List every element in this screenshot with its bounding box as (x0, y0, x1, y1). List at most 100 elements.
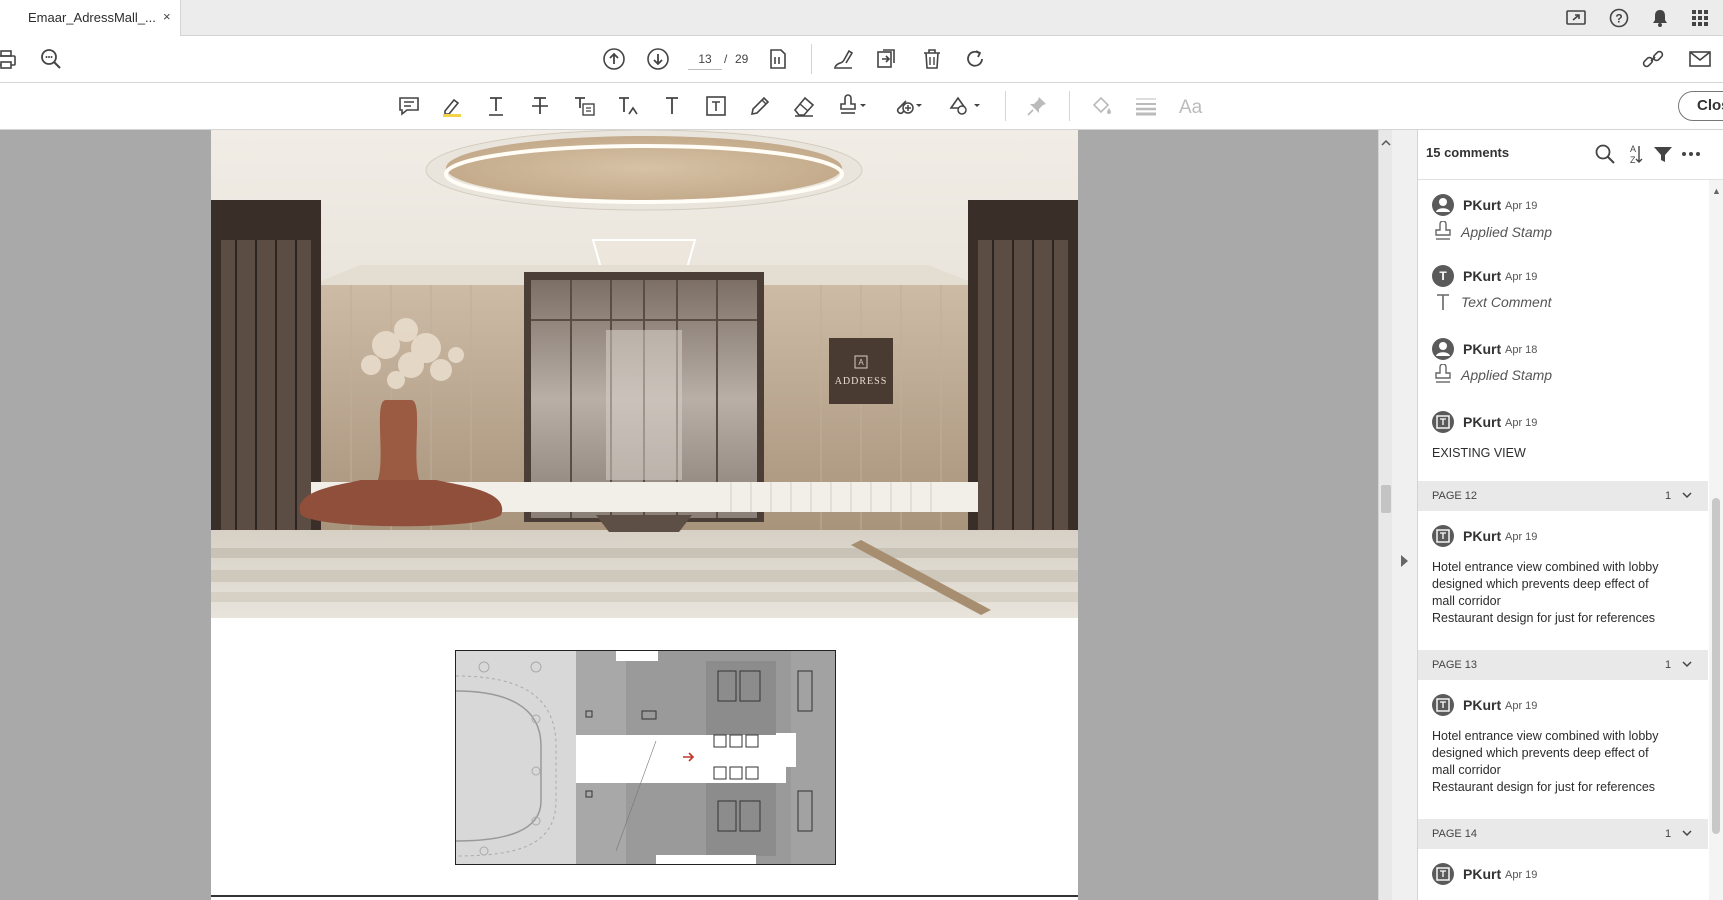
pencil-draw-icon[interactable] (748, 94, 772, 118)
search-comments-icon[interactable] (1594, 143, 1616, 165)
next-page-icon[interactable] (646, 47, 670, 71)
comments-count: 15 comments (1426, 145, 1510, 160)
comment-author: PKurt (1463, 341, 1502, 357)
page-group-count: 1 (1665, 659, 1672, 671)
comment-date: Apr 18 (1505, 344, 1538, 356)
comment-item[interactable]: PKurt Apr 19 Hotel entrance view combine… (1418, 694, 1708, 804)
attach-file-dropdown-icon[interactable] (892, 94, 924, 118)
textbox-avatar-icon (1432, 525, 1454, 547)
page-bottom-rule (211, 895, 1078, 897)
user-avatar-icon (1432, 338, 1454, 360)
document-scrollbar[interactable] (1378, 130, 1392, 900)
strikethrough-text-icon[interactable] (528, 94, 552, 118)
comment-author: PKurt (1463, 197, 1502, 213)
share-link-icon[interactable] (1641, 47, 1665, 71)
sort-comments-icon[interactable]: AZ (1624, 143, 1646, 165)
comment-date: Apr 19 (1505, 531, 1538, 543)
email-icon[interactable] (1688, 47, 1712, 71)
chevron-down-icon[interactable] (1681, 658, 1693, 670)
comment-item[interactable]: PKurt Apr 19 (1418, 863, 1708, 900)
comment-date: Apr 19 (1505, 869, 1538, 881)
text-type-icon (1432, 291, 1454, 313)
comment-date: Apr 19 (1505, 417, 1538, 429)
tab-title[interactable]: Emaar_AdressMall_... (28, 10, 156, 25)
scroll-up-icon[interactable]: ▲ (1712, 186, 1721, 196)
svg-text:Z: Z (1630, 155, 1636, 165)
comment-author: PKurt (1463, 414, 1502, 430)
comment-author: PKurt (1463, 528, 1502, 544)
address-sign-mark: A (858, 358, 864, 367)
comment-author: PKurt (1463, 866, 1502, 882)
comments-scrollbar[interactable]: ▲ (1709, 180, 1723, 900)
comment-author: PKurt (1463, 268, 1502, 284)
fill-sign-icon[interactable] (831, 47, 855, 71)
comment-item[interactable]: PKurt Apr 19 EXISTING VIEW (1418, 411, 1708, 471)
help-icon[interactable]: ? (1608, 8, 1630, 28)
pin-icon[interactable] (1025, 94, 1049, 118)
delete-trash-icon[interactable] (920, 47, 944, 71)
comment-item[interactable]: PKurt Apr 18 Applied Stamp (1418, 338, 1708, 402)
user-avatar-icon (1432, 194, 1454, 216)
zoom-search-icon[interactable] (39, 47, 63, 71)
lobby-rendering-image: A ADDRESS (211, 130, 1078, 618)
document-tab[interactable]: Emaar_AdressMall_... × (0, 0, 181, 36)
chevron-down-icon[interactable] (1681, 489, 1693, 501)
toolbar-divider (1005, 91, 1006, 121)
comments-scrollbar-thumb[interactable] (1712, 498, 1720, 834)
comment-body: EXISTING VIEW (1432, 446, 1526, 460)
page-group-header[interactable]: PAGE 12 1 (1418, 481, 1708, 511)
share-screen-icon[interactable] (1565, 8, 1587, 28)
close-comment-tool-button[interactable]: Close (1678, 91, 1723, 121)
page-group-label: PAGE 13 (1432, 659, 1478, 671)
comment-author: PKurt (1463, 697, 1502, 713)
comment-item[interactable]: T PKurt Apr 19 Text Comment (1418, 265, 1708, 329)
toolbar-divider (811, 44, 812, 74)
comment-type: Applied Stamp (1461, 224, 1553, 240)
tab-close-icon[interactable]: × (163, 9, 171, 24)
comment-item[interactable]: PKurt Apr 19 Hotel entrance view combine… (1418, 525, 1708, 635)
scrollbar-thumb[interactable] (1381, 485, 1391, 513)
rotate-icon[interactable] (963, 47, 987, 71)
comments-panel-header: 15 comments AZ (1418, 130, 1723, 180)
pdf-page: A ADDRESS (211, 130, 1078, 900)
document-viewer[interactable]: A ADDRESS (0, 130, 1378, 900)
underline-text-icon[interactable] (484, 94, 508, 118)
page-thumbnails-icon[interactable] (766, 47, 790, 71)
svg-text:A: A (1630, 144, 1636, 154)
comment-body: Hotel entrance view combined with lobby … (1432, 729, 1659, 794)
text-comment-avatar-icon: T (1432, 265, 1454, 287)
panel-collapse-handle[interactable] (1392, 130, 1418, 900)
page-total: 29 (735, 52, 749, 66)
shapes-dropdown-icon[interactable] (948, 94, 982, 118)
replace-text-icon[interactable] (572, 94, 596, 118)
print-icon[interactable] (0, 48, 18, 72)
comment-date: Apr 19 (1505, 271, 1538, 283)
previous-page-icon[interactable] (602, 47, 626, 71)
comment-type: Applied Stamp (1461, 367, 1553, 383)
highlight-text-icon[interactable] (440, 94, 464, 118)
notifications-bell-icon[interactable] (1649, 8, 1671, 28)
organize-pages-icon[interactable] (875, 47, 899, 71)
fill-color-icon[interactable] (1090, 94, 1114, 118)
comment-item[interactable]: PKurt Apr 19 Applied Stamp (1418, 192, 1708, 256)
line-weight-icon[interactable] (1134, 94, 1158, 118)
comment-date: Apr 19 (1505, 200, 1538, 212)
page-group-header[interactable]: PAGE 13 1 (1418, 650, 1708, 680)
page-group-label: PAGE 14 (1432, 828, 1478, 840)
eraser-icon[interactable] (792, 94, 816, 118)
apps-grid-icon[interactable] (1689, 8, 1711, 28)
filter-comments-icon[interactable] (1652, 143, 1674, 165)
collapse-arrow-icon[interactable] (1401, 555, 1408, 567)
add-text-icon[interactable] (660, 94, 684, 118)
scroll-up-icon[interactable] (1381, 138, 1391, 148)
chevron-down-icon[interactable] (1681, 827, 1693, 839)
text-box-icon[interactable] (704, 94, 728, 118)
more-options-icon[interactable] (1680, 143, 1702, 165)
stamp-dropdown-icon[interactable] (836, 94, 868, 118)
address-sign-text: ADDRESS (835, 376, 888, 387)
page-number-input[interactable]: 13 (688, 48, 722, 70)
sticky-note-icon[interactable] (397, 94, 421, 118)
page-group-header[interactable]: PAGE 14 1 (1418, 819, 1708, 849)
insert-text-icon[interactable] (616, 94, 640, 118)
font-properties-icon[interactable]: Aa (1178, 94, 1206, 118)
